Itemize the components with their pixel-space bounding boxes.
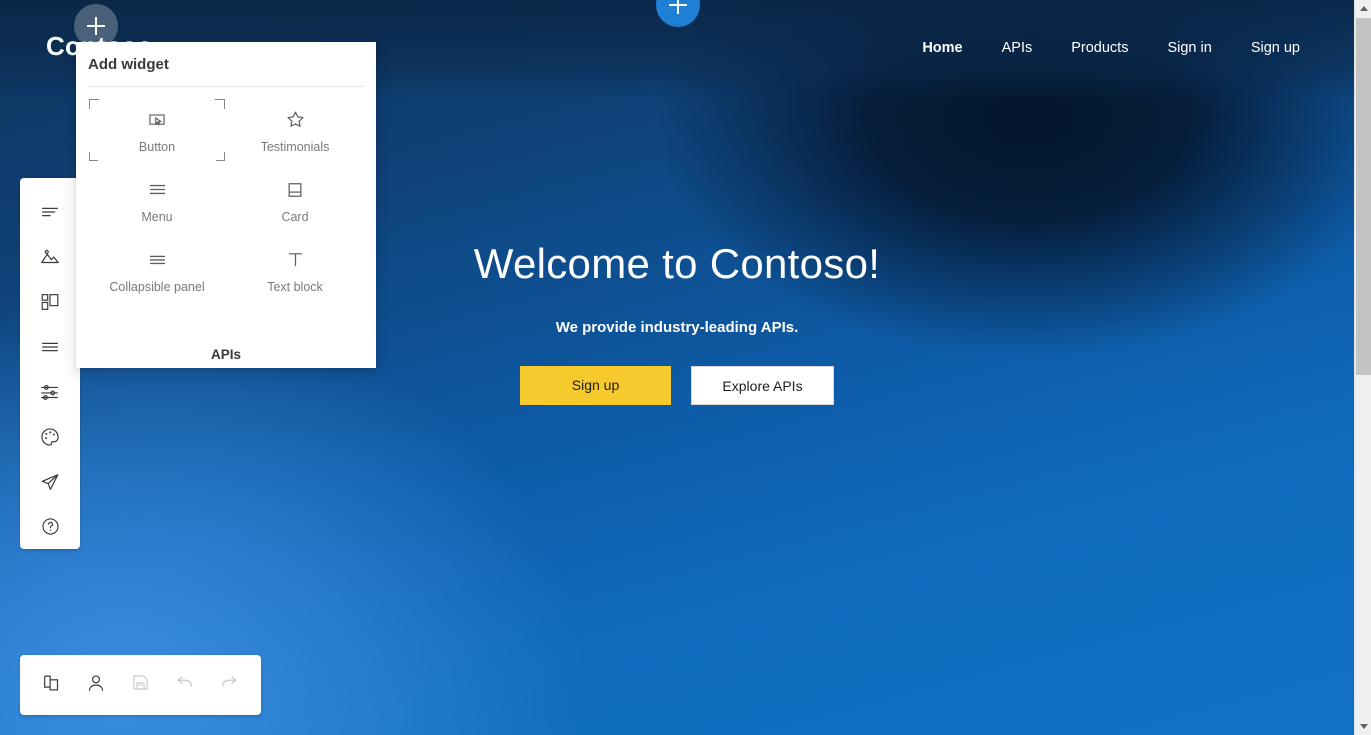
- copy-pages-icon: [41, 672, 63, 699]
- settings-sliders-icon: [39, 381, 61, 403]
- site-nav: Home APIs Products Sign in Sign up: [922, 40, 1300, 56]
- save-icon: [130, 672, 151, 698]
- hero-actions: Sign up Explore APIs: [0, 365, 1354, 405]
- hamburger-icon: [147, 177, 168, 203]
- selection-corner: [89, 152, 98, 161]
- widget-label: Menu: [141, 209, 173, 224]
- palette-icon: [39, 426, 61, 448]
- scroll-down-arrow[interactable]: [1355, 718, 1371, 735]
- redo-button[interactable]: [207, 663, 251, 707]
- redo-icon: [218, 672, 240, 699]
- paper-plane-icon: [39, 471, 61, 493]
- sidebar-item-settings[interactable]: [20, 369, 80, 414]
- list-lines-icon: [39, 336, 61, 358]
- scrollbar-thumb[interactable]: [1356, 18, 1371, 375]
- widget-label: Button: [138, 139, 176, 154]
- sidebar-item-media[interactable]: [20, 234, 80, 279]
- undo-button[interactable]: [163, 663, 207, 707]
- widget-label: Collapsible panel: [109, 279, 205, 294]
- profile-button[interactable]: [74, 663, 118, 707]
- nav-link-sign-up[interactable]: Sign up: [1251, 40, 1300, 56]
- chevron-down-icon: [1359, 724, 1368, 729]
- flyout-body: Button Testimonials Menu Card Collapsibl…: [88, 86, 364, 368]
- sidebar-item-styles[interactable]: [20, 414, 80, 459]
- help-circle-icon: [40, 516, 61, 537]
- card-icon: [285, 177, 305, 203]
- sidebar-item-publish[interactable]: [20, 459, 80, 504]
- plus-icon: [87, 17, 105, 35]
- text-t-icon: [285, 247, 306, 273]
- undo-icon: [174, 672, 196, 699]
- star-icon: [285, 107, 306, 133]
- widget-label: Text block: [267, 279, 323, 294]
- add-widget-flyout: Add widget Button Testimonials Menu Card…: [76, 42, 376, 368]
- user-icon: [85, 672, 107, 699]
- widget-grid: Button Testimonials Menu Card Collapsibl…: [88, 87, 364, 305]
- page-scrollbar[interactable]: [1354, 0, 1371, 735]
- sidebar-item-pages[interactable]: [20, 189, 80, 234]
- hero-sign-up-button[interactable]: Sign up: [520, 365, 671, 405]
- hero-explore-apis-button[interactable]: Explore APIs: [691, 365, 834, 405]
- widget-item-card[interactable]: Card: [226, 165, 364, 235]
- widget-item-button[interactable]: Button: [88, 95, 226, 165]
- sidebar-item-layouts[interactable]: [20, 279, 80, 324]
- widget-item-text-block[interactable]: Text block: [226, 235, 364, 305]
- widget-item-collapsible-panel[interactable]: Collapsible panel: [88, 235, 226, 305]
- nav-link-sign-in[interactable]: Sign in: [1167, 40, 1211, 56]
- button-cursor-icon: [147, 107, 167, 133]
- widget-label: Card: [281, 209, 309, 224]
- text-lines-icon: [39, 201, 61, 223]
- sidebar-item-navigation[interactable]: [20, 324, 80, 369]
- nav-link-products[interactable]: Products: [1071, 40, 1128, 56]
- sidebar-item-help[interactable]: [20, 504, 80, 549]
- collapsible-icon: [147, 247, 168, 273]
- nav-link-home[interactable]: Home: [922, 40, 962, 56]
- scroll-up-arrow[interactable]: [1355, 0, 1371, 17]
- widget-item-menu[interactable]: Menu: [88, 165, 226, 235]
- nav-link-apis[interactable]: APIs: [1002, 40, 1033, 56]
- image-icon: [39, 246, 61, 268]
- flyout-title: Add widget: [88, 56, 169, 73]
- editor-window: Contoso Home APIs Products Sign in Sign …: [0, 0, 1371, 735]
- save-button[interactable]: [118, 663, 162, 707]
- widget-label: Testimonials: [260, 139, 330, 154]
- pages-button[interactable]: [30, 663, 74, 707]
- editor-sidebar-rail: [20, 178, 80, 549]
- widget-item-testimonials[interactable]: Testimonials: [226, 95, 364, 165]
- layout-blocks-icon: [39, 291, 61, 313]
- widget-group-heading: APIs: [88, 335, 364, 368]
- editor-bottom-toolbar: [20, 655, 261, 715]
- selection-corner: [216, 152, 225, 161]
- plus-icon: [669, 0, 687, 14]
- chevron-up-icon: [1359, 6, 1368, 11]
